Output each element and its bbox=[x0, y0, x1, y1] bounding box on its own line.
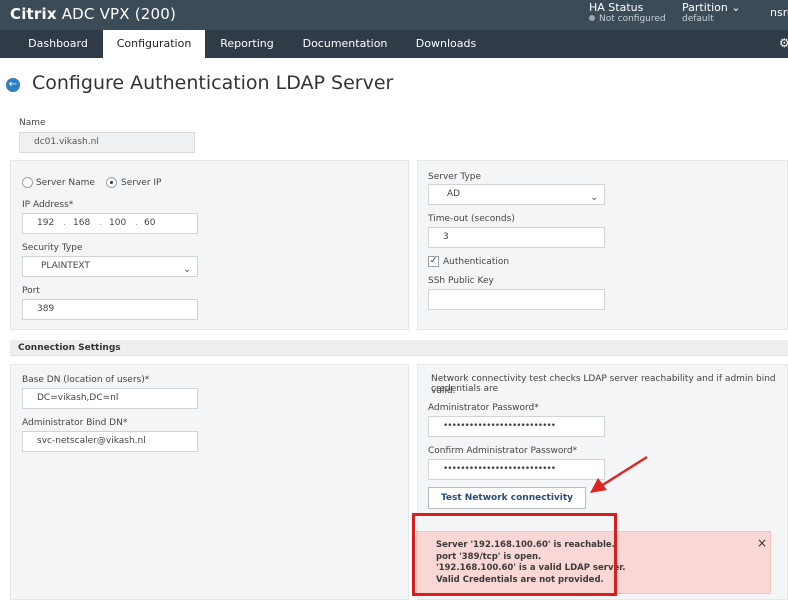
partition-title: Partition bbox=[682, 1, 728, 14]
server-ip-radio-label: Server IP bbox=[121, 178, 162, 188]
ip-dot: . bbox=[99, 218, 102, 228]
ip-octet-4: 60 bbox=[144, 218, 156, 228]
connectivity-info-text-cont: valid. bbox=[431, 386, 456, 396]
tab-downloads[interactable]: Downloads bbox=[405, 30, 487, 58]
ip-octet-3: 100 bbox=[109, 218, 127, 228]
annotation-arrow-icon bbox=[590, 455, 648, 493]
connection-settings-header: Connection Settings bbox=[10, 340, 788, 356]
tab-configuration[interactable]: Configuration bbox=[103, 30, 205, 58]
top-bar: Citrix ADC VPX (200) HA Status Not confi… bbox=[0, 0, 788, 30]
tab-dashboard[interactable]: Dashboard bbox=[12, 30, 104, 58]
ip-octet-1: 192 bbox=[37, 218, 55, 228]
server-name-radio-label: Server Name bbox=[36, 178, 95, 188]
chevron-down-icon: ⌄ bbox=[183, 264, 192, 275]
port-field[interactable]: 389 bbox=[22, 299, 198, 320]
main-nav: Dashboard Configuration Reporting Docume… bbox=[0, 30, 788, 58]
chevron-down-icon: ⌄ bbox=[731, 1, 741, 14]
ip-octet-2: 168 bbox=[73, 218, 91, 228]
base-dn-field[interactable]: DC=vikash,DC=nl bbox=[22, 388, 198, 409]
timeout-label: Time-out (seconds) bbox=[428, 214, 515, 224]
timeout-field[interactable]: 3 bbox=[428, 227, 605, 248]
admin-password-label: Administrator Password* bbox=[428, 403, 539, 413]
name-label: Name bbox=[19, 118, 46, 128]
status-dot-icon bbox=[589, 15, 595, 21]
name-field: dc01.vikash.nl bbox=[19, 132, 195, 153]
ssh-public-key-field[interactable] bbox=[428, 289, 605, 310]
base-dn-label: Base DN (location of users)* bbox=[22, 375, 150, 385]
server-name-radio[interactable] bbox=[22, 177, 33, 188]
ip-dot: . bbox=[135, 218, 138, 228]
port-label: Port bbox=[22, 286, 40, 296]
server-type-label: Server Type bbox=[428, 172, 482, 182]
user-menu[interactable]: nsrc bbox=[770, 6, 788, 19]
ip-address-label: IP Address* bbox=[22, 200, 74, 210]
confirm-password-label: Confirm Administrator Password* bbox=[428, 446, 578, 456]
server-ip-radio[interactable] bbox=[106, 177, 117, 188]
partition-value: default bbox=[682, 14, 714, 24]
server-type-select[interactable]: AD ⌄ bbox=[428, 184, 605, 205]
settings-icon[interactable]: ⚙ bbox=[779, 36, 788, 50]
tab-documentation[interactable]: Documentation bbox=[292, 30, 398, 58]
app-brand: Citrix ADC VPX (200) bbox=[10, 5, 177, 23]
annotation-highlight-box bbox=[412, 513, 617, 596]
ip-dot: . bbox=[63, 218, 66, 228]
security-type-label: Security Type bbox=[22, 243, 83, 253]
server-type-value: AD bbox=[447, 189, 461, 199]
security-type-select[interactable]: PLAINTEXT ⌄ bbox=[22, 256, 198, 277]
close-icon[interactable]: × bbox=[757, 536, 767, 550]
admin-bind-dn-label: Administrator Bind DN* bbox=[22, 418, 128, 428]
security-type-value: PLAINTEXT bbox=[41, 261, 90, 271]
tab-reporting[interactable]: Reporting bbox=[208, 30, 286, 58]
ha-status-title: HA Status bbox=[589, 1, 644, 14]
admin-bind-dn-field[interactable]: svc-netscaler@vikash.nl bbox=[22, 431, 198, 452]
test-network-connectivity-button[interactable]: Test Network connectivity bbox=[428, 487, 586, 509]
chevron-down-icon: ⌄ bbox=[590, 192, 599, 203]
authentication-label: Authentication bbox=[443, 257, 510, 267]
authentication-checkbox[interactable]: ✓ bbox=[428, 256, 439, 267]
ha-status-value: Not configured bbox=[599, 14, 666, 24]
page-title: Configure Authentication LDAP Server bbox=[32, 72, 394, 94]
admin-password-field[interactable]: •••••••••••••••••••••••••• bbox=[428, 416, 605, 437]
connectivity-info-text: Network connectivity test checks LDAP se… bbox=[431, 374, 776, 394]
partition-selector[interactable]: Partition ⌄ default bbox=[682, 2, 741, 25]
confirm-password-field[interactable]: •••••••••••••••••••••••••• bbox=[428, 459, 605, 480]
ip-address-field[interactable]: 192 . 168 . 100 . 60 bbox=[22, 213, 198, 234]
back-arrow-icon[interactable]: ← bbox=[6, 78, 20, 92]
ssh-public-key-label: SSh Public Key bbox=[428, 276, 494, 286]
ha-status[interactable]: HA Status Not configured bbox=[589, 2, 666, 25]
